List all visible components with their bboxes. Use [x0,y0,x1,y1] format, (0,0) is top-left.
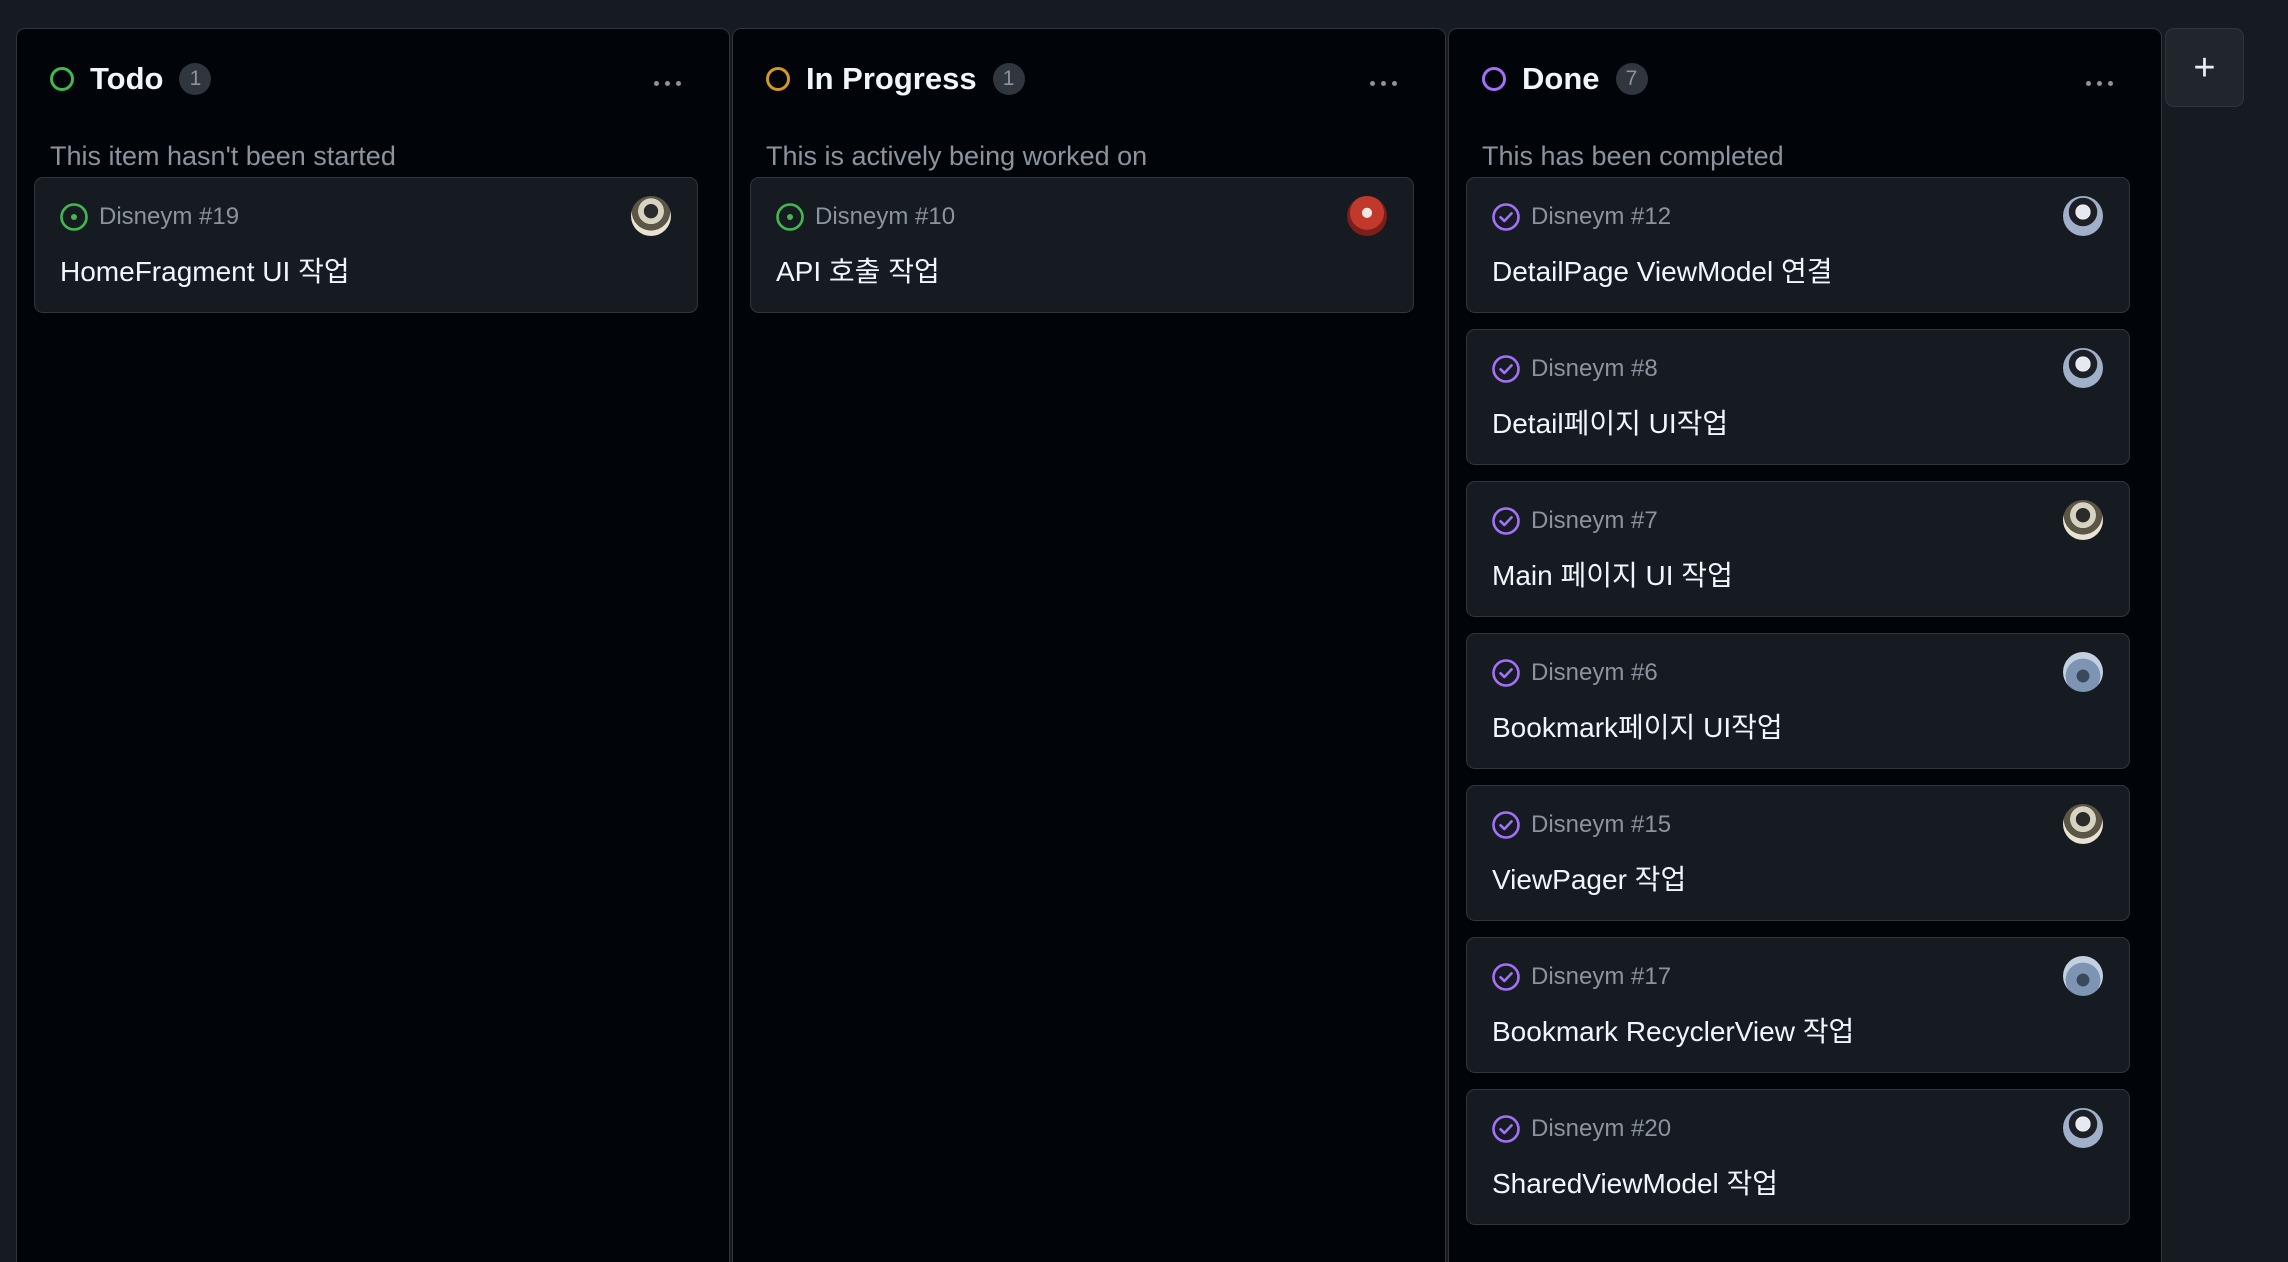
card[interactable]: Disneym #20 SharedViewModel 작업 [1466,1089,2130,1225]
more-dots-icon [1370,81,1375,86]
issue-reference[interactable]: Disneym #17 [1531,963,1671,991]
status-circle-icon [50,67,74,91]
issue-closed-icon [1492,811,1520,839]
issue-reference[interactable]: Disneym #7 [1531,507,1658,535]
project-board: Todo 1 This item hasn't been started Dis… [0,0,2288,1262]
card-title[interactable]: Detail페이지 UI작업 [1492,402,1728,442]
issue-closed-icon [1492,659,1520,687]
column-menu-button[interactable] [1370,81,1397,86]
card[interactable]: Disneym #17 Bookmark RecyclerView 작업 [1466,937,2130,1073]
issue-reference[interactable]: Disneym #15 [1531,811,1671,839]
issue-closed-icon [1492,203,1520,231]
column-title: In Progress [806,61,977,96]
issue-reference[interactable]: Disneym #6 [1531,659,1658,687]
card-title[interactable]: Bookmark RecyclerView 작업 [1492,1010,1854,1050]
column-title: Done [1522,61,1600,96]
assignee-avatar[interactable] [2063,196,2103,236]
card[interactable]: Disneym #7 Main 페이지 UI 작업 [1466,481,2130,617]
column-menu-button[interactable] [654,81,681,86]
assignee-avatar[interactable] [2063,500,2103,540]
assignee-avatar[interactable] [2063,1108,2103,1148]
card-title[interactable]: DetailPage ViewModel 연결 [1492,250,1833,290]
issue-reference[interactable]: Disneym #12 [1531,203,1671,231]
column-header: Done 7 [1482,57,1648,101]
card[interactable]: Disneym #8 Detail페이지 UI작업 [1466,329,2130,465]
column-description: This has been completed [1482,141,1784,171]
assignee-avatar[interactable] [2063,956,2103,996]
issue-open-icon [776,203,804,231]
card[interactable]: Disneym #19 HomeFragment UI 작업 [34,177,698,313]
assignee-avatar[interactable] [2063,348,2103,388]
column-header: Todo 1 [50,57,212,101]
card[interactable]: Disneym #6 Bookmark페이지 UI작업 [1466,633,2130,769]
column-title: Todo [90,61,164,96]
item-count-badge: 1 [179,63,212,95]
column-header: In Progress 1 [766,57,1025,101]
card-title[interactable]: Bookmark페이지 UI작업 [1492,706,1783,746]
issue-reference[interactable]: Disneym #8 [1531,355,1658,383]
issue-closed-icon [1492,355,1520,383]
column-in-progress: In Progress 1 This is actively being wor… [732,28,1446,1262]
card[interactable]: Disneym #15 ViewPager 작업 [1466,785,2130,921]
plus-icon: + [2193,46,2216,89]
issue-reference[interactable]: Disneym #10 [815,203,955,231]
assignee-avatar[interactable] [2063,652,2103,692]
item-count-badge: 7 [1615,63,1648,95]
issue-reference[interactable]: Disneym #20 [1531,1115,1671,1143]
issue-closed-icon [1492,963,1520,991]
column-done: Done 7 This has been completed Disneym #… [1448,28,2162,1262]
assignee-avatar[interactable] [2063,804,2103,844]
card[interactable]: Disneym #10 API 호출 작업 [750,177,1414,313]
issue-closed-icon [1492,1115,1520,1143]
assignee-avatar[interactable] [1347,196,1387,236]
column-description: This is actively being worked on [766,141,1148,171]
issue-closed-icon [1492,507,1520,535]
card-title[interactable]: SharedViewModel 작업 [1492,1162,1778,1202]
add-column-button[interactable]: + [2165,28,2244,107]
card[interactable]: Disneym #12 DetailPage ViewModel 연결 [1466,177,2130,313]
status-circle-icon [766,67,790,91]
more-dots-icon [654,81,659,86]
card-title[interactable]: API 호출 작업 [776,250,940,290]
assignee-avatar[interactable] [631,196,671,236]
card-title[interactable]: HomeFragment UI 작업 [60,250,350,290]
issue-reference[interactable]: Disneym #19 [99,203,239,231]
item-count-badge: 1 [992,63,1025,95]
column-todo: Todo 1 This item hasn't been started Dis… [16,28,730,1262]
card-title[interactable]: ViewPager 작업 [1492,858,1686,898]
status-circle-icon [1482,67,1506,91]
column-description: This item hasn't been started [50,141,396,171]
issue-open-icon [60,203,88,231]
column-menu-button[interactable] [2086,81,2113,86]
card-title[interactable]: Main 페이지 UI 작업 [1492,554,1733,594]
more-dots-icon [2086,81,2091,86]
